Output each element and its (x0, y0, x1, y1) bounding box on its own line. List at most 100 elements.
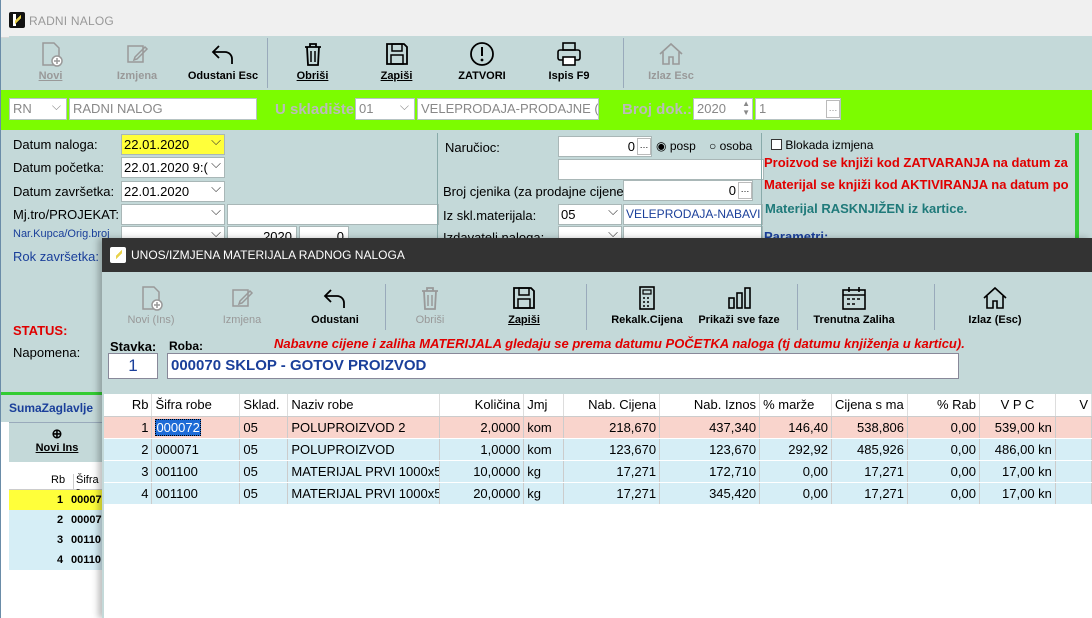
datum-zavrsetka-label: Datum završetka: (13, 184, 115, 199)
suma-zaglavlje-tab[interactable]: SumaZaglavlje (1, 392, 105, 422)
table-row[interactable]: 2 000071 05 POLUPROIZVOD 1,0000 kom 123,… (104, 438, 1092, 461)
msg-proizvod: Proizvod se knjiži kod ZATVARANJA na dat… (764, 155, 1068, 170)
edit-icon (127, 45, 149, 63)
col-rabat[interactable]: % Rab (907, 394, 980, 417)
warehouse-name-field[interactable]: VELEPRODAJA-PRODAJNE ( (417, 98, 599, 120)
rekalk-cijena-button[interactable]: Rekalk.Cijena (607, 280, 687, 334)
bar-chart-icon (728, 287, 751, 309)
toolbar-divider (385, 284, 386, 330)
datum-naloga-field[interactable]: 22.01.2020 (121, 134, 225, 155)
izlaz-esc-button[interactable]: Izlaz (Esc) (960, 280, 1030, 334)
app-logo-icon (9, 12, 25, 28)
stavka-field[interactable]: 1 (108, 353, 158, 379)
col-nab-cijena[interactable]: Nab. Cijena (563, 394, 661, 417)
undo-icon (323, 289, 345, 308)
col-vpc[interactable]: V P C (979, 394, 1056, 417)
odustani-button[interactable]: Odustani Esc (183, 36, 263, 90)
doc-no-label: Broj dok.: (622, 101, 692, 118)
zapisi-button[interactable]: Zapiši (496, 280, 552, 334)
obrisi-button[interactable]: Obriši (285, 36, 340, 90)
toolbar-divider (797, 284, 798, 330)
izmjena-button[interactable]: Izmjena (107, 36, 167, 90)
warehouse-label: U skladište (275, 101, 355, 118)
table-row[interactable]: 3 001100 05 MATERIJAL PRVI 1000x5 10,000… (104, 460, 1092, 483)
radio-checked-icon: ◉ (656, 139, 667, 153)
datum-zavrsetka-field[interactable]: 22.01.2020 (121, 181, 225, 202)
zapisi-button[interactable]: Zapiši (369, 36, 424, 90)
col-sifra-robe[interactable]: Šifra robe (151, 394, 241, 417)
col-nab-iznos[interactable]: Nab. Iznos (659, 394, 761, 417)
calendar-icon (842, 287, 866, 310)
lookup-button[interactable]: … (826, 100, 840, 118)
lookup-button[interactable]: … (738, 182, 752, 199)
doc-name-field[interactable]: RADNI NALOG (69, 98, 257, 120)
document-header-bar: RN RADNI NALOG U skladište 01 VELEPRODAJ… (1, 90, 1092, 130)
table-row[interactable]: 1 000072 05 POLUPROIZVOD 2 2,0000 kom 21… (104, 416, 1092, 439)
doc-year-spinner[interactable]: 2020 ▲ ▼ (693, 98, 753, 120)
sklmat-label: Iz skl.materijala: (443, 208, 537, 223)
zatvori-button[interactable]: ZATVORI (449, 36, 515, 90)
table-row[interactable]: 4 001100 05 MATERIJAL PRVI 1000x5 20,000… (104, 482, 1092, 505)
alert-icon (470, 42, 494, 66)
checkbox-icon (771, 139, 782, 150)
app-logo-icon (110, 247, 126, 263)
trash-icon (304, 43, 321, 66)
toolbar-divider (267, 38, 268, 88)
narucioc-name-field[interactable] (558, 159, 764, 180)
side-grid-row[interactable]: 3 00110 (9, 530, 105, 550)
prikazi-sve-faze-button[interactable]: Prikaži sve faze (694, 280, 784, 334)
izlaz-button[interactable]: Izlaz Esc (641, 36, 701, 90)
col-sklad[interactable]: Sklad. (239, 394, 289, 417)
novi-button[interactable]: Novi (23, 36, 78, 90)
datum-pocetka-field[interactable]: 22.01.2020 9:( (121, 157, 225, 178)
col-naziv-robe[interactable]: Naziv robe (287, 394, 441, 417)
dialog-title: UNOS/IZMJENA MATERIJALA RADNOG NALOGA (131, 248, 405, 262)
novi-ins-button[interactable]: ⊕ Novi Ins (9, 422, 105, 462)
narucioc-field[interactable]: 0… (558, 136, 652, 157)
trenutna-zaliha-button[interactable]: Trenutna Zaliha (808, 280, 900, 334)
calculator-icon (639, 286, 655, 310)
undo-icon (211, 45, 233, 64)
col-jmj[interactable]: Jmj (523, 394, 565, 417)
toolbar-divider (623, 38, 624, 88)
side-grid-row[interactable]: 2 00007 (9, 510, 105, 530)
ispis-button[interactable]: Ispis F9 (539, 36, 599, 90)
osoba-radio[interactable]: ○ osoba (709, 139, 752, 153)
grid-empty-area (104, 504, 1092, 618)
odustani-button[interactable]: Odustani (305, 280, 365, 334)
toolbar-divider (586, 284, 587, 330)
new-doc-icon (142, 286, 163, 311)
col-kolicina[interactable]: Količina (439, 394, 525, 417)
main-toolbar: Novi Izmjena Odustani Esc Obriši Zapiši … (9, 36, 1092, 90)
sklmat-code-select[interactable]: 05 (558, 204, 622, 225)
side-grid-row[interactable]: 1 00007 (9, 490, 105, 510)
izmjena-button[interactable]: Izmjena (212, 280, 272, 334)
home-icon (983, 286, 1007, 309)
warehouse-code-select[interactable]: 01 (355, 98, 415, 120)
blokada-checkbox[interactable]: Blokada izmjena (771, 138, 873, 152)
doc-no-field[interactable]: 1… (755, 98, 841, 120)
col-marze[interactable]: % marže (759, 394, 833, 417)
msg-materijal: Materijal se knjiži kod AKTIVIRANJA na d… (764, 177, 1069, 192)
green-accent-strip (1075, 133, 1079, 238)
posp-radio[interactable]: ◉ posp (656, 139, 696, 153)
msg-rasknjizen: Materijal RASKNJIŽEN iz kartice. (765, 201, 968, 216)
col-rb[interactable]: Rb (104, 394, 153, 417)
novi-ins-button[interactable]: Novi (Ins) (116, 280, 186, 334)
napomena-label: Napomena: (13, 345, 81, 360)
lookup-button[interactable]: … (637, 138, 651, 155)
mjtro-name-field[interactable] (227, 204, 439, 225)
col-cijena-s-marzom[interactable]: Cijena s ma (831, 394, 909, 417)
doc-type-select[interactable]: RN (9, 98, 67, 120)
side-grid-row[interactable]: 4 00110 (9, 550, 105, 570)
col-v[interactable]: V (1055, 394, 1092, 417)
cjenik-field[interactable]: 0… (623, 180, 753, 201)
sklmat-name-field[interactable]: VELEPRODAJA-NABAVI (623, 204, 763, 225)
datum-naloga-label: Datum naloga: (13, 137, 98, 152)
mjtro-select[interactable] (121, 204, 225, 225)
obrisi-button[interactable]: Obriši (402, 280, 458, 334)
main-title-bar: RADNI NALOG (1, 0, 1092, 38)
form-divider (761, 133, 762, 238)
roba-field[interactable]: 000070 SKLOP - GOTOV PROIZVOD (167, 353, 959, 379)
row-sifra-cell[interactable]: 000072 (151, 416, 241, 439)
